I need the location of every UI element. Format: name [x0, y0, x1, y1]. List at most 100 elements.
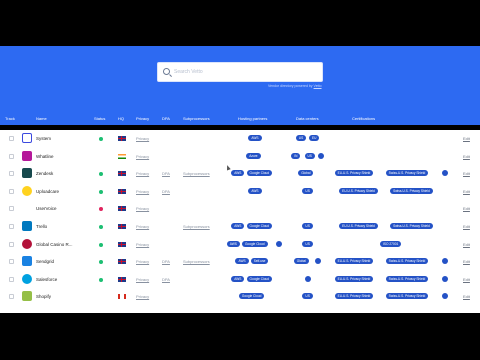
track-checkbox[interactable]	[9, 206, 14, 212]
vendor-name[interactable]: Trello	[36, 224, 47, 229]
status-dot	[99, 207, 103, 212]
search-input[interactable]	[174, 66, 314, 78]
privacy-link[interactable]: Privacy	[136, 294, 149, 299]
hq-flag-icon	[118, 171, 126, 177]
more-badge-icon[interactable]	[442, 170, 449, 177]
vendor-name[interactable]: Sendgrid	[36, 259, 54, 264]
vendor-name[interactable]: Whatline	[36, 154, 54, 159]
tag-pill: IN	[291, 152, 301, 159]
column-header: Subprocessors	[183, 116, 210, 121]
dpa-link[interactable]: DPA	[162, 171, 170, 176]
status-dot	[99, 225, 103, 229]
privacy-link[interactable]: Privacy	[136, 189, 149, 194]
track-checkbox[interactable]	[9, 241, 14, 247]
more-badge-icon[interactable]	[442, 293, 449, 300]
hq-flag-icon	[118, 276, 126, 282]
vendor-name[interactable]: UserVoice	[36, 206, 57, 211]
privacy-link[interactable]: Privacy	[136, 206, 149, 211]
column-header: Data centers	[296, 116, 319, 121]
powered-by-note: Vendor directory powered by Vetto	[268, 84, 322, 88]
dpa-link[interactable]: DPA	[162, 277, 170, 282]
edit-link[interactable]: Edit	[463, 189, 470, 194]
track-checkbox[interactable]	[9, 294, 14, 300]
tag-pill: AWS	[231, 170, 245, 177]
status-dot	[99, 242, 103, 247]
edit-link[interactable]: Edit	[463, 136, 470, 141]
tag-pill: EU-U.S. Privacy Shield	[334, 258, 374, 265]
vendor-name[interactable]: System	[36, 136, 51, 141]
track-checkbox[interactable]	[9, 188, 14, 194]
more-badge-icon[interactable]	[442, 258, 449, 265]
tag-pill: US	[304, 152, 315, 159]
track-checkbox[interactable]	[9, 259, 14, 265]
subprocessors-link[interactable]: Subprocessors	[183, 224, 210, 229]
vendor-name[interactable]: Uploadcare	[36, 189, 59, 194]
edit-link[interactable]: Edit	[463, 171, 470, 176]
subprocessors-link[interactable]: Subprocessors	[183, 171, 210, 176]
tag-pill: US	[302, 293, 313, 300]
hq-flag-icon	[118, 136, 126, 141]
vendor-name[interactable]: Global Casino R...	[36, 242, 73, 247]
tag-pill: Azure	[246, 152, 261, 159]
track-checkbox[interactable]	[9, 171, 14, 177]
more-badge-icon[interactable]	[315, 258, 322, 265]
zendesk-logo-icon	[22, 168, 32, 179]
tag-pill: US	[295, 135, 307, 141]
tag-pill: Swiss-U.S. Privacy Shield	[385, 275, 429, 282]
global-casino-logo-icon	[22, 238, 32, 249]
track-checkbox[interactable]	[9, 136, 14, 141]
vendor-name[interactable]: Shopify	[36, 294, 51, 299]
tag-pill: EU-U.S. Privacy Shield	[339, 223, 378, 229]
vendor-name[interactable]: Zendesk	[36, 171, 53, 176]
vendor-name[interactable]: Salesforce	[36, 277, 57, 282]
subprocessors-link[interactable]: Subprocessors	[183, 259, 210, 264]
table-row: Global Casino R... Privacy AWS Google Cloud…	[0, 236, 480, 253]
uservoice-logo-icon	[22, 203, 32, 214]
track-checkbox[interactable]	[9, 224, 14, 229]
tag-pill: Global	[293, 258, 309, 265]
edit-link[interactable]: Edit	[463, 224, 470, 229]
edit-link[interactable]: Edit	[463, 277, 470, 282]
powered-by-link[interactable]: Vetto	[314, 84, 322, 88]
privacy-link[interactable]: Privacy	[136, 136, 149, 141]
search-box[interactable]	[157, 62, 323, 82]
privacy-link[interactable]: Privacy	[136, 242, 149, 247]
track-checkbox[interactable]	[9, 276, 14, 282]
tag-pill: Google Cloud	[246, 170, 273, 177]
edit-link[interactable]: Edit	[463, 259, 470, 264]
status-dot	[99, 137, 103, 141]
salesforce-logo-icon	[22, 273, 32, 284]
letterbox-bar	[0, 313, 480, 360]
dpa-link[interactable]: DPA	[162, 259, 170, 264]
app-frame: Vendor directory powered by Vetto Track N…	[0, 0, 480, 360]
edit-link[interactable]: Edit	[463, 242, 470, 247]
sendgrid-logo-icon	[22, 256, 32, 267]
hq-flag-icon	[118, 224, 126, 229]
privacy-link[interactable]: Privacy	[136, 171, 149, 176]
status-dot	[99, 172, 103, 177]
more-badge-icon[interactable]	[276, 240, 283, 247]
tag-pill: EU-U.S. Privacy Shield	[334, 293, 374, 300]
privacy-link[interactable]: Privacy	[136, 154, 149, 159]
tag-pill: EU-U.S. Privacy Shield	[339, 187, 378, 194]
privacy-link[interactable]: Privacy	[136, 277, 149, 282]
tag-pill: AWS	[226, 240, 240, 247]
column-header: Certifications	[352, 116, 376, 121]
table-header: Track Name Status HQ Privacy DPA Subprocessors…	[0, 112, 480, 125]
privacy-link[interactable]: Privacy	[136, 259, 149, 264]
more-badge-icon[interactable]	[304, 275, 311, 282]
more-badge-icon[interactable]	[442, 275, 449, 282]
tag-pill: Google Cloud	[242, 240, 268, 247]
dpa-link[interactable]: DPA	[162, 189, 170, 194]
edit-link[interactable]: Edit	[463, 206, 470, 211]
privacy-link[interactable]: Privacy	[136, 224, 149, 229]
tag-pill: AWS	[248, 135, 262, 141]
edit-link[interactable]: Edit	[463, 154, 470, 159]
track-checkbox[interactable]	[9, 153, 14, 159]
hq-flag-icon	[118, 259, 126, 265]
tag-pill: EU-U.S. Privacy Shield	[334, 275, 374, 282]
tag-pill: Self-use	[250, 258, 269, 265]
more-badge-icon[interactable]	[317, 152, 324, 159]
edit-link[interactable]: Edit	[463, 294, 470, 299]
tag-pill: Google Cloud	[246, 275, 273, 282]
